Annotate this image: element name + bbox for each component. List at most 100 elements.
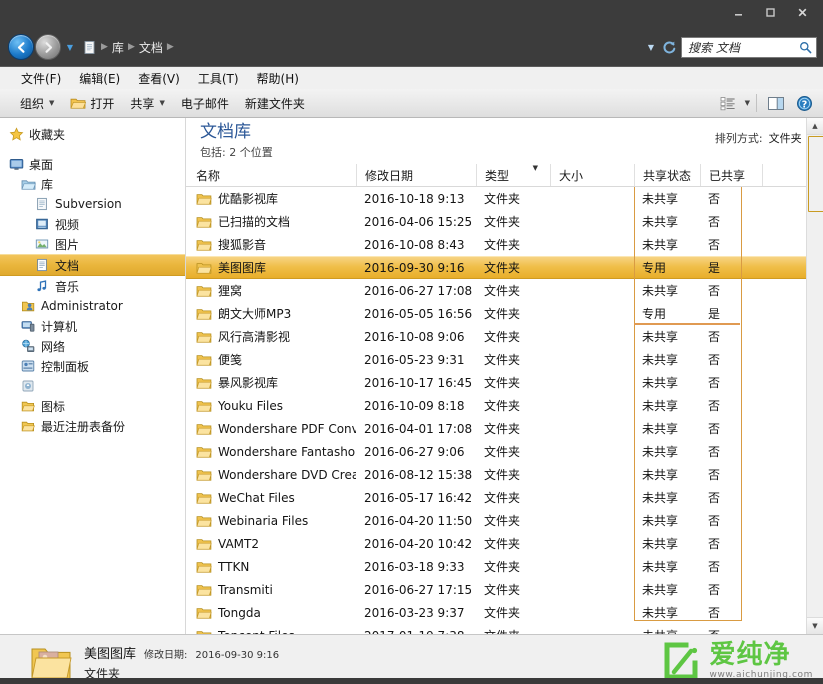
cell-share_status: 未共享	[634, 627, 700, 634]
column-header-name[interactable]: 名称	[186, 164, 356, 186]
change-view-button[interactable]	[716, 92, 742, 114]
sidebar-item-videos[interactable]: 视频	[0, 214, 185, 234]
refresh-icon[interactable]	[661, 39, 677, 55]
new-folder-label: 新建文件夹	[245, 95, 305, 112]
table-row[interactable]: VAMT22016-04-20 10:42文件夹未共享否	[186, 532, 823, 555]
arrange-by-control[interactable]: 排列方式: 文件夹 ▼	[715, 130, 813, 146]
sidebar-item-network[interactable]: 网络	[0, 336, 185, 356]
sidebar-item-documents[interactable]: 文档	[0, 254, 185, 276]
search-icon[interactable]	[798, 40, 813, 55]
cell-name: Youku Files	[186, 399, 356, 413]
table-row[interactable]: 狸窝2016-06-27 17:08文件夹未共享否	[186, 279, 823, 302]
menu-file[interactable]: 文件(F)	[12, 68, 70, 89]
sidebar-item-music[interactable]: 音乐	[0, 276, 185, 296]
table-row[interactable]: 朗文大师MP32016-05-05 16:56文件夹专用是	[186, 302, 823, 325]
table-row[interactable]: Tongda2016-03-23 9:37文件夹未共享否	[186, 601, 823, 624]
details-pane: 美图图库 修改日期: 2016-09-30 9:16 文件夹 爱纯净 www.a…	[0, 634, 823, 684]
sidebar-item-label: 计算机	[41, 318, 77, 335]
table-row[interactable]: Tencent Files2017-01-19 7:38文件夹未共享否	[186, 624, 823, 634]
cell-type: 文件夹	[476, 627, 550, 634]
sidebar-item-recent-registry-backup[interactable]: 最近注册表备份	[0, 416, 185, 436]
column-header-shared[interactable]: 已共享	[700, 164, 762, 186]
column-header-size[interactable]: 大小	[550, 164, 634, 186]
file-list[interactable]: 优酷影视库2016-10-18 9:13文件夹未共享否已扫描的文档2016-04…	[186, 187, 823, 634]
share-button[interactable]: 共享 ▼	[122, 92, 172, 115]
cell-type: 文件夹	[476, 351, 550, 368]
file-name-label: 暴风影视库	[218, 374, 278, 391]
forward-button[interactable]	[35, 34, 61, 60]
file-list-pane: 文档库 包括: 2 个位置 排列方式: 文件夹 ▼ 名称 修改日期 类型	[186, 118, 823, 634]
details-modified-value: 2016-09-30 9:16	[195, 650, 279, 661]
sidebar-item-control-panel[interactable]: 控制面板	[0, 356, 185, 376]
table-row[interactable]: WeChat Files2016-05-17 16:42文件夹未共享否	[186, 486, 823, 509]
table-row[interactable]: 已扫描的文档2016-04-06 15:25文件夹未共享否	[186, 210, 823, 233]
close-button[interactable]	[787, 2, 817, 22]
scrollbar-thumb[interactable]	[808, 136, 823, 212]
file-name-label: Youku Files	[218, 399, 283, 413]
open-button[interactable]: 打开	[62, 92, 122, 115]
column-header-share-status[interactable]: 共享状态	[634, 164, 700, 186]
column-header-type[interactable]: 类型 ▼	[476, 164, 550, 186]
details-item-name: 美图图库	[84, 643, 136, 662]
scroll-down-button[interactable]: ▼	[807, 617, 823, 634]
cell-shared: 否	[700, 236, 762, 253]
sidebar-item-pictures[interactable]: 图片	[0, 234, 185, 254]
view-chevron-down-icon[interactable]: ▼	[745, 99, 750, 107]
table-row[interactable]: Wondershare Fantasho...2016-06-27 9:06文件…	[186, 440, 823, 463]
maximize-button[interactable]	[755, 2, 785, 22]
table-row[interactable]: 便笺2016-05-23 9:31文件夹未共享否	[186, 348, 823, 371]
table-row[interactable]: Wondershare PDF Conv...2016-04-01 17:08文…	[186, 417, 823, 440]
music-note-icon	[34, 278, 50, 294]
minimize-button[interactable]	[723, 2, 753, 22]
window-bottom-edge	[0, 678, 823, 684]
email-button[interactable]: 电子邮件	[173, 92, 237, 115]
cell-modified: 2016-10-17 16:45	[356, 376, 476, 390]
chevron-down-icon[interactable]: ▼	[645, 43, 657, 52]
sidebar-item-recycle-bin[interactable]	[0, 376, 185, 396]
organize-button[interactable]: 组织 ▼	[12, 92, 62, 115]
scroll-up-button[interactable]: ▲	[807, 118, 823, 135]
menu-tools[interactable]: 工具(T)	[189, 68, 248, 89]
sidebar-item-libraries[interactable]: 库	[0, 174, 185, 194]
breadcrumb-item-0[interactable]: 库	[109, 39, 127, 56]
breadcrumb-item-1[interactable]: 文档	[136, 39, 166, 56]
sidebar-item-icons-folder[interactable]: 图标	[0, 396, 185, 416]
file-name-label: Wondershare DVD Crea...	[218, 468, 356, 482]
table-row[interactable]: TTKN2016-03-18 9:33文件夹未共享否	[186, 555, 823, 578]
new-folder-button[interactable]: 新建文件夹	[237, 92, 313, 115]
sidebar-item-administrator[interactable]: Administrator	[0, 296, 185, 316]
breadcrumb[interactable]: ▶ 库 ▶ 文档 ▶	[81, 36, 639, 58]
table-row[interactable]: 美图图库2016-09-30 9:16文件夹专用是	[186, 256, 823, 279]
cell-modified: 2016-10-08 9:06	[356, 330, 476, 344]
cell-share_status: 未共享	[634, 512, 700, 529]
menu-view[interactable]: 查看(V)	[129, 68, 189, 89]
sidebar-item-label: 图标	[41, 398, 65, 415]
search-input[interactable]: 搜索 文档	[681, 37, 817, 58]
sort-ascending-icon: ▼	[533, 164, 538, 172]
table-row[interactable]: Transmiti2016-06-27 17:15文件夹未共享否	[186, 578, 823, 601]
sidebar-item-computer[interactable]: 计算机	[0, 316, 185, 336]
recent-locations-dropdown[interactable]: ▼	[63, 37, 77, 57]
details-line-1: 美图图库 修改日期: 2016-09-30 9:16	[84, 643, 279, 662]
vertical-scrollbar[interactable]: ▲ ▼	[806, 118, 823, 634]
table-row[interactable]: Wondershare DVD Crea...2016-08-12 15:38文…	[186, 463, 823, 486]
cell-share_status: 未共享	[634, 374, 700, 391]
menu-help[interactable]: 帮助(H)	[248, 68, 308, 89]
table-row[interactable]: 搜狐影音2016-10-08 8:43文件夹未共享否	[186, 233, 823, 256]
menu-edit[interactable]: 编辑(E)	[70, 68, 129, 89]
table-row[interactable]: Youku Files2016-10-09 8:18文件夹未共享否	[186, 394, 823, 417]
table-row[interactable]: 暴风影视库2016-10-17 16:45文件夹未共享否	[186, 371, 823, 394]
email-label: 电子邮件	[181, 95, 229, 112]
sidebar-item-desktop[interactable]: 桌面	[0, 154, 185, 174]
sidebar-item-favorites[interactable]: 收藏夹	[0, 124, 185, 144]
sidebar-item-subversion[interactable]: Subversion	[0, 194, 185, 214]
preview-pane-button[interactable]	[763, 92, 789, 114]
column-header-modified[interactable]: 修改日期	[356, 164, 476, 186]
table-row[interactable]: Webinaria Files2016-04-20 11:50文件夹未共享否	[186, 509, 823, 532]
table-row[interactable]: 优酷影视库2016-10-18 9:13文件夹未共享否	[186, 187, 823, 210]
table-row[interactable]: 风行高清影视2016-10-08 9:06文件夹未共享否	[186, 325, 823, 348]
back-button[interactable]	[8, 34, 34, 60]
help-button[interactable]: ?	[791, 92, 817, 114]
navigation-pane[interactable]: 收藏夹 桌面	[0, 118, 186, 634]
file-name-label: Transmiti	[218, 583, 273, 597]
